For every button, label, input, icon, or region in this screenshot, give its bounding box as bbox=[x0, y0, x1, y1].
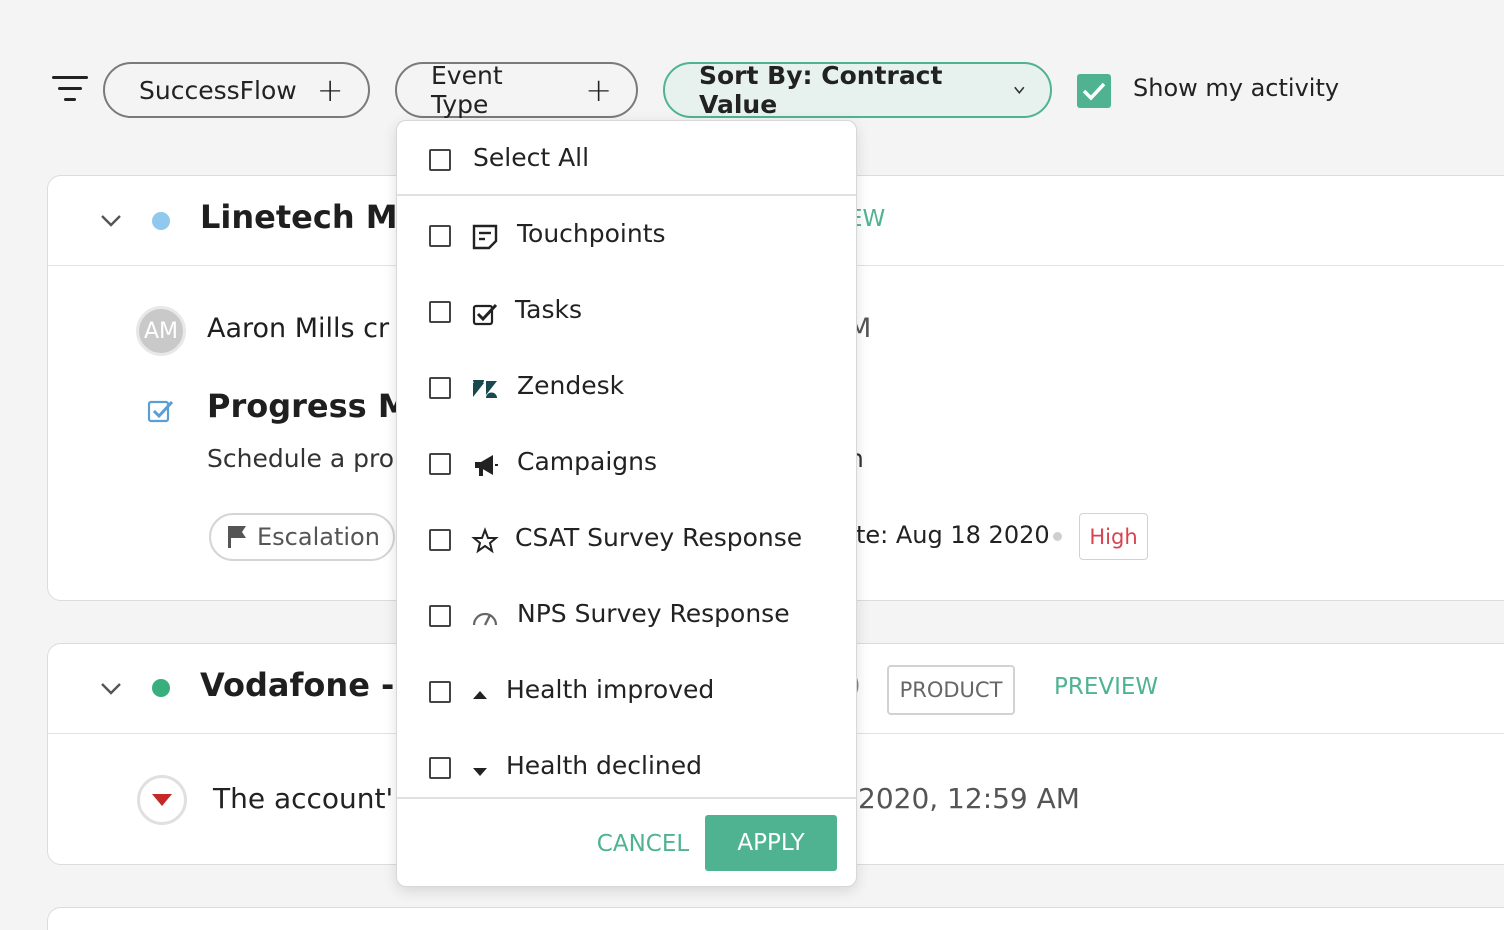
checkbox[interactable] bbox=[429, 149, 451, 171]
chevron-down-icon[interactable] bbox=[100, 682, 122, 696]
checkbox[interactable] bbox=[429, 377, 451, 399]
account-name[interactable]: Linetech MN bbox=[200, 198, 424, 236]
event-text: The account' bbox=[213, 782, 394, 815]
option-label: NPS Survey Response bbox=[517, 599, 790, 628]
successflow-label: SuccessFlow bbox=[139, 75, 297, 105]
checkbox[interactable] bbox=[429, 301, 451, 323]
task-check-icon bbox=[472, 303, 498, 326]
checkbox[interactable] bbox=[429, 605, 451, 627]
option-zendesk[interactable]: Zendesk bbox=[397, 369, 856, 409]
star-icon bbox=[471, 527, 499, 554]
event-type-label: Event Type bbox=[431, 61, 503, 119]
checkbox[interactable] bbox=[429, 757, 451, 779]
option-label: Select All bbox=[473, 143, 590, 172]
sort-by-dropdown[interactable]: Sort By: Contract Value bbox=[663, 61, 1052, 119]
checkbox[interactable] bbox=[429, 681, 451, 703]
megaphone-icon bbox=[475, 455, 498, 476]
option-campaigns[interactable]: Campaigns bbox=[397, 445, 856, 485]
filter-icon[interactable] bbox=[52, 76, 88, 104]
chevron-down-icon bbox=[1014, 86, 1025, 94]
option-touchpoints[interactable]: Touchpoints bbox=[397, 217, 856, 257]
product-tag: PRODUCT bbox=[887, 665, 1015, 715]
flag-icon bbox=[228, 526, 246, 548]
option-health-improved[interactable]: Health improved bbox=[397, 673, 856, 713]
task-description: Schedule a pro bbox=[207, 444, 394, 473]
option-label: CSAT Survey Response bbox=[515, 523, 803, 552]
divider bbox=[397, 797, 856, 799]
event-time: 2020, 12:59 AM bbox=[858, 782, 1080, 815]
show-my-activity-label: Show my activity bbox=[1133, 74, 1340, 102]
zendesk-icon bbox=[473, 380, 497, 398]
preview-link[interactable]: PREVIEW bbox=[1054, 674, 1158, 700]
option-label: Health declined bbox=[506, 751, 703, 780]
sort-label: Sort By: Contract Value bbox=[699, 61, 943, 119]
option-tasks[interactable]: Tasks bbox=[397, 293, 856, 333]
chevron-down-icon[interactable] bbox=[100, 214, 122, 228]
priority-badge: High bbox=[1079, 513, 1148, 560]
checkbox[interactable] bbox=[429, 529, 451, 551]
separator-dot bbox=[1053, 532, 1062, 541]
status-dot bbox=[152, 212, 170, 230]
checkbox[interactable] bbox=[429, 225, 451, 247]
option-label: Health improved bbox=[506, 675, 715, 704]
option-label: Tasks bbox=[515, 295, 582, 324]
successflow-filter-chip[interactable]: SuccessFlow + bbox=[103, 62, 370, 118]
event-type-dropdown: Select All Touchpoints Tasks Zendesk Cam… bbox=[396, 120, 857, 887]
touchpoint-note-icon bbox=[472, 224, 498, 250]
due-date: te: Aug 18 2020 bbox=[856, 521, 1050, 549]
option-health-declined[interactable]: Health declined bbox=[397, 749, 856, 789]
creator-text: Aaron Mills cr bbox=[207, 313, 390, 344]
event-type-filter-chip[interactable]: Event Type + bbox=[395, 61, 638, 119]
escalation-label: Escalation bbox=[257, 523, 380, 551]
avatar: AM bbox=[136, 306, 186, 356]
apply-button[interactable]: APPLY bbox=[705, 815, 837, 871]
option-nps-survey-response[interactable]: NPS Survey Response bbox=[397, 597, 856, 637]
account-card-next bbox=[47, 907, 1504, 930]
plus-icon: + bbox=[316, 71, 344, 109]
triangle-up-icon bbox=[473, 691, 487, 699]
status-dot bbox=[152, 679, 170, 697]
select-all-option[interactable]: Select All bbox=[397, 141, 856, 181]
triangle-down-icon bbox=[473, 768, 487, 776]
divider bbox=[397, 194, 856, 196]
cancel-button[interactable]: CANCEL bbox=[593, 817, 693, 871]
option-label: Campaigns bbox=[517, 447, 658, 476]
health-declined-icon bbox=[137, 775, 187, 825]
account-name[interactable]: Vodafone - bbox=[200, 666, 394, 704]
checkbox[interactable] bbox=[429, 453, 451, 475]
escalation-badge: Escalation bbox=[209, 513, 395, 561]
option-label: Touchpoints bbox=[517, 219, 666, 248]
option-csat-survey-response[interactable]: CSAT Survey Response bbox=[397, 521, 856, 561]
plus-icon: + bbox=[585, 71, 612, 109]
show-my-activity-checkbox[interactable] bbox=[1077, 74, 1111, 108]
task-check-icon bbox=[147, 400, 174, 423]
option-label: Zendesk bbox=[517, 371, 625, 400]
gauge-icon bbox=[472, 612, 498, 626]
checkmark-icon bbox=[1082, 82, 1106, 101]
